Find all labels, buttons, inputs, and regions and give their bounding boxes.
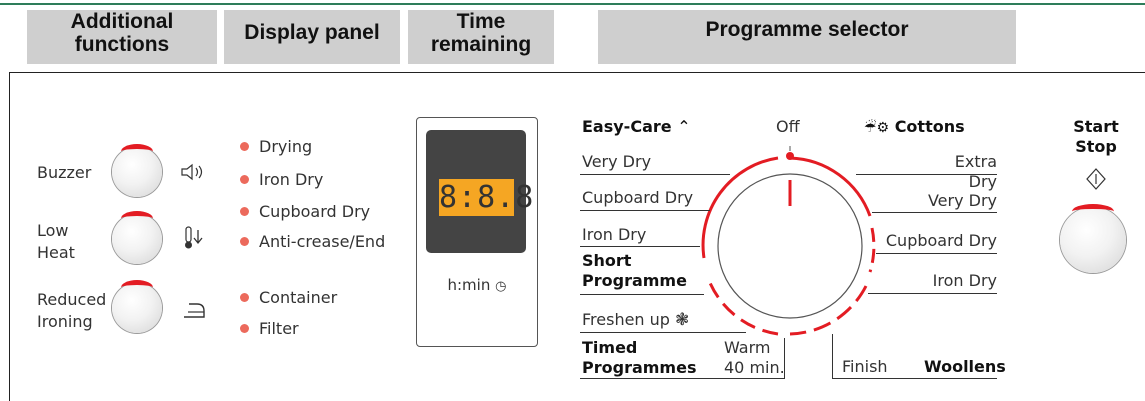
indicator-label: Anti-crease/End xyxy=(259,232,386,251)
label-line: Warm xyxy=(724,338,771,357)
indicator-label: Container xyxy=(259,288,338,307)
left-iron-dry: Iron Dry xyxy=(582,225,647,244)
reduced-ironing-button[interactable] xyxy=(112,280,162,333)
off-label: Off xyxy=(776,117,800,136)
short-programme-label: Short Programme xyxy=(582,251,687,291)
divider xyxy=(580,294,704,295)
divider xyxy=(876,253,997,254)
led-icon xyxy=(240,237,249,246)
led-icon xyxy=(240,175,249,184)
programme-text: Cottons xyxy=(894,117,965,136)
clock-icon: ◷ xyxy=(495,279,507,294)
divider xyxy=(868,293,997,294)
shirt-hanger-icon: ⌃ xyxy=(677,117,691,136)
indicator-label: Drying xyxy=(259,137,313,156)
low-heat-button[interactable] xyxy=(112,211,162,264)
panel-frame-top xyxy=(9,72,1145,73)
reduced-ironing-label: Reduced Ironing xyxy=(37,289,106,333)
label-line: Ironing xyxy=(37,312,93,331)
header-time-remaining: Time remaining xyxy=(408,10,554,64)
start-stop-button[interactable] xyxy=(1060,204,1126,273)
speaker-icon xyxy=(180,163,206,185)
freshen-up-label: Freshen up ❃ xyxy=(582,310,689,330)
buzzer-label: Buzzer xyxy=(37,162,91,184)
label-line: Reduced xyxy=(37,290,107,309)
start-stop-icon xyxy=(1085,167,1107,195)
label-line: Start xyxy=(1073,117,1119,136)
cottons-shirt-icon: ☔⚙ xyxy=(864,120,890,136)
label-line: Timed xyxy=(582,338,638,357)
indicator-iron-dry: Iron Dry xyxy=(240,169,323,191)
header-additional-functions: Additional functions xyxy=(27,10,217,64)
unit-text: h:min xyxy=(447,276,491,294)
right-cupboard-dry: Cupboard Dry xyxy=(885,231,997,250)
label-line: Short xyxy=(582,251,632,270)
iron-icon xyxy=(182,299,208,325)
display-screen: 8:8.8 xyxy=(426,130,535,253)
sun-icon: ❃ xyxy=(675,310,690,330)
label-line: Programme xyxy=(582,271,687,290)
led-icon xyxy=(240,293,249,302)
finish-label: Finish xyxy=(842,357,888,376)
right-iron-dry: Iron Dry xyxy=(932,271,997,290)
header-programme-selector: Programme selector xyxy=(598,10,1016,64)
header-line: Programme selector xyxy=(705,18,909,41)
left-very-dry: Very Dry xyxy=(582,152,652,171)
label-line: Buzzer xyxy=(37,163,92,182)
woollens-label: Woollens xyxy=(924,357,1006,376)
divider xyxy=(580,174,730,175)
label-line: Low xyxy=(37,221,69,240)
indicator-container: Container xyxy=(240,287,337,309)
programme-text: Freshen up xyxy=(582,310,670,329)
led-icon xyxy=(240,207,249,216)
header-line: Additional xyxy=(70,10,174,33)
divider xyxy=(784,338,785,378)
label-line: Programmes xyxy=(582,358,697,377)
display-panel: 8:8.8 h:min ◷ xyxy=(416,117,538,347)
header-line: functions xyxy=(74,33,170,56)
off-marker xyxy=(786,152,794,160)
top-rule xyxy=(0,3,1145,5)
indicator-cupboard-dry: Cupboard Dry xyxy=(240,201,370,223)
label-line: 40 min. xyxy=(724,358,785,377)
divider xyxy=(580,332,746,333)
right-very-dry: Very Dry xyxy=(927,191,997,210)
header-line: Time xyxy=(456,10,506,33)
start-stop-label: Start Stop xyxy=(1064,117,1128,157)
warm-40-label: Warm 40 min. xyxy=(724,338,785,378)
easy-care-label: Easy-Care ⌃ xyxy=(582,117,691,137)
divider xyxy=(832,378,997,379)
indicator-label: Iron Dry xyxy=(259,170,324,189)
indicator-label: Cupboard Dry xyxy=(259,202,371,221)
cottons-label: ☔⚙ Cottons xyxy=(864,117,965,138)
right-extra-dry: Extra Dry xyxy=(954,152,997,191)
divider xyxy=(856,174,997,175)
time-unit-label: h:min ◷ xyxy=(417,276,537,294)
left-cupboard-dry: Cupboard Dry xyxy=(582,188,694,207)
label-line: Stop xyxy=(1075,137,1117,156)
led-icon xyxy=(240,324,249,333)
time-digits: 8:8.8 xyxy=(439,179,535,216)
header-line: Display panel xyxy=(244,21,380,44)
divider xyxy=(580,378,785,379)
divider xyxy=(832,334,833,378)
label-line: Heat xyxy=(37,243,75,262)
indicator-label: Filter xyxy=(259,319,299,338)
divider xyxy=(872,212,997,213)
indicator-filter: Filter xyxy=(240,318,299,340)
divider xyxy=(580,210,710,211)
indicator-anti-crease-end: Anti-crease/End xyxy=(240,231,385,253)
header-line: remaining xyxy=(430,33,532,56)
divider xyxy=(580,246,700,247)
thermometer-down-icon xyxy=(182,226,204,254)
led-icon xyxy=(240,142,249,151)
programme-text: Easy-Care xyxy=(582,117,672,136)
header-display-panel: Display panel xyxy=(224,10,400,64)
panel-frame-left xyxy=(9,72,10,401)
low-heat-label: Low Heat xyxy=(37,220,75,264)
buzzer-button[interactable] xyxy=(112,144,162,197)
timed-programmes-label: Timed Programmes xyxy=(582,338,696,378)
indicator-drying: Drying xyxy=(240,136,312,158)
